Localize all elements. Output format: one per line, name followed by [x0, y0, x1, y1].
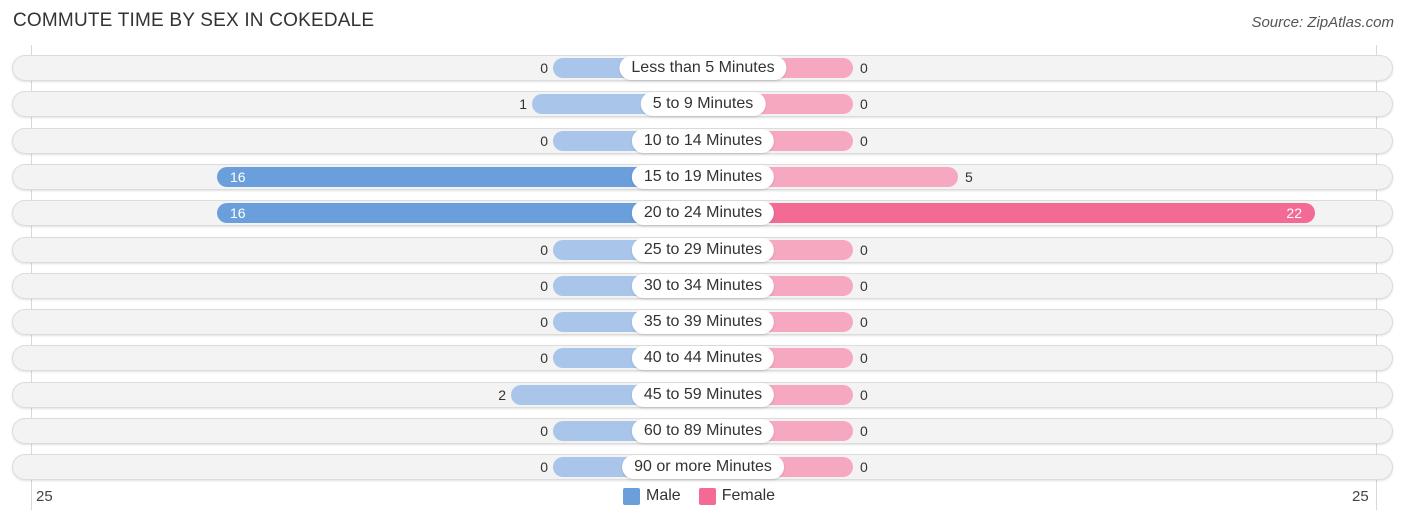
value-label-female: 0: [860, 241, 868, 258]
value-label-female: 0: [860, 277, 868, 294]
legend-item-female[interactable]: Female: [698, 487, 776, 505]
category-label: 40 to 44 Minutes: [631, 346, 775, 371]
category-label: 25 to 29 Minutes: [631, 237, 775, 262]
value-label-male: 0: [540, 314, 548, 331]
value-label-male: 0: [540, 423, 548, 439]
category-label: 15 to 19 Minutes: [631, 164, 775, 189]
category-label: 90 or more Minutes: [622, 455, 784, 480]
value-label-female: 0: [860, 386, 868, 403]
legend-label-female: Female: [721, 487, 776, 504]
value-label-female: 0: [860, 132, 868, 149]
legend-swatch-female: [698, 487, 716, 505]
axis-tick-right: 25: [1352, 488, 1369, 505]
value-label-male: 0: [540, 350, 548, 367]
value-label-female: 0: [860, 60, 868, 76]
value-label-male: 16: [230, 168, 246, 185]
category-label: 30 to 34 Minutes: [631, 273, 775, 298]
value-label-female: 0: [860, 96, 868, 113]
axis-tick-left: 25: [36, 488, 53, 505]
value-label-female: 0: [860, 350, 868, 367]
value-label-female: 5: [965, 168, 973, 185]
category-label: 10 to 14 Minutes: [631, 128, 775, 153]
value-label-female: 0: [860, 459, 868, 476]
bar-female[interactable]: [703, 203, 1315, 224]
legend-item-male[interactable]: Male: [623, 487, 681, 505]
chart-title: COMMUTE TIME BY SEX IN COKEDALE: [13, 10, 375, 31]
source-label: Source: ZipAtlas.com: [1251, 14, 1394, 31]
value-label-male: 1: [519, 96, 527, 113]
value-label-female: 0: [860, 314, 868, 331]
category-label: 35 to 39 Minutes: [631, 310, 775, 335]
legend-label-male: Male: [646, 487, 681, 504]
value-label-male: 0: [540, 241, 548, 258]
category-label: Less than 5 Minutes: [619, 56, 787, 80]
value-label-male: 0: [540, 459, 548, 476]
value-label-male: 16: [230, 205, 246, 222]
value-label-male: 2: [498, 386, 506, 403]
category-label: 5 to 9 Minutes: [640, 92, 766, 117]
value-label-male: 0: [540, 132, 548, 149]
category-label: 20 to 24 Minutes: [631, 201, 775, 226]
category-label: 60 to 89 Minutes: [631, 419, 775, 443]
bar-male[interactable]: [217, 203, 703, 224]
category-label: 45 to 59 Minutes: [631, 382, 775, 407]
value-label-female: 0: [860, 423, 868, 439]
value-label-male: 0: [540, 60, 548, 76]
value-label-female: 22: [1286, 205, 1302, 222]
legend-swatch-male: [623, 487, 640, 505]
value-label-male: 0: [540, 277, 548, 294]
legend: Male Female: [623, 487, 793, 505]
bar-male[interactable]: [217, 166, 703, 187]
